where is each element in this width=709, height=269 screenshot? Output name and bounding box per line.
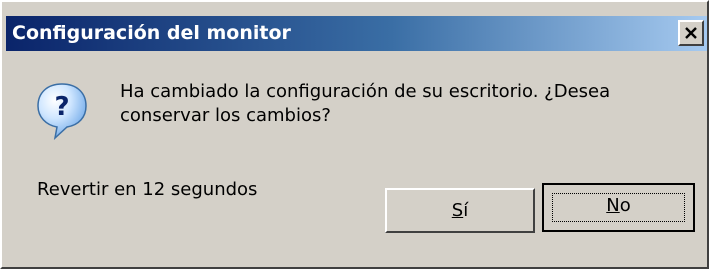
no-accelerator: N xyxy=(606,195,620,216)
yes-button[interactable]: Sí xyxy=(385,188,535,233)
dialog-title: Configuración del monitor xyxy=(12,22,291,44)
revert-countdown: Revertir en 12 segundos xyxy=(37,179,258,200)
yes-label-rest: í xyxy=(463,200,469,221)
no-label-rest: o xyxy=(619,195,631,216)
title-bar: Configuración del monitor xyxy=(6,16,707,51)
no-button[interactable]: No xyxy=(542,183,695,232)
question-icon: ? xyxy=(37,83,87,140)
no-button-label: No xyxy=(544,195,693,217)
close-icon xyxy=(685,27,697,39)
yes-button-label: Sí xyxy=(387,200,533,222)
question-glyph: ? xyxy=(54,92,69,122)
close-button[interactable] xyxy=(678,20,704,46)
confirmation-message: Ha cambiado la configuración de su escri… xyxy=(120,81,611,126)
monitor-settings-dialog: Configuración del monitor ? Ha cambiado … xyxy=(0,0,709,269)
yes-accelerator: S xyxy=(451,200,464,221)
